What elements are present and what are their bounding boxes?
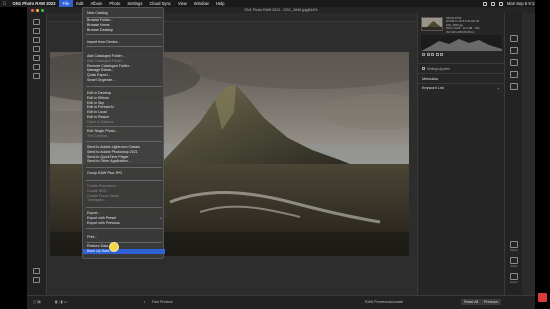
dock-strip — [535, 0, 550, 309]
view-mode-icon[interactable]: ▢ ▤ — [33, 300, 41, 304]
menu-album[interactable]: Album — [87, 0, 106, 7]
share-label: Share — [510, 265, 518, 268]
menu-item-import-device[interactable]: Import from Device... — [83, 40, 165, 45]
menu-item-smart-organize[interactable]: Smart Organize... — [83, 78, 165, 83]
menu-separator — [86, 242, 162, 243]
menu-separator — [86, 228, 162, 229]
menu-separator — [86, 141, 162, 142]
brush-tool-icon[interactable] — [33, 28, 40, 34]
resize-module-icon[interactable] — [510, 241, 518, 248]
file-menu-dropdown: New Catalog Browse Folder... Browse Home… — [82, 7, 165, 259]
info-exposure: ISO 100 1/250 f/8 28mm — [446, 30, 475, 34]
menu-separator — [86, 180, 162, 181]
menu-view[interactable]: View — [174, 0, 190, 7]
screen-record-icon[interactable] — [538, 293, 547, 302]
menu-file[interactable]: File — [59, 0, 73, 7]
add-keyword-icon[interactable]: + — [497, 86, 499, 91]
star-icon[interactable] — [435, 53, 439, 56]
mac-menubar:  ON1 Photo RAW 2022 File Edit Album Pho… — [0, 0, 550, 7]
left-tool-strip — [27, 13, 47, 309]
menu-item-back-up-data[interactable]: Back Up Data... — [83, 249, 165, 254]
portrait-module-icon[interactable] — [510, 71, 518, 78]
menu-item-new-catalog[interactable]: New Catalog — [83, 11, 165, 16]
menu-help[interactable]: Help — [212, 0, 228, 7]
develop-module-icon[interactable] — [510, 47, 518, 54]
masking-tool-icon[interactable] — [33, 37, 40, 43]
close-window-icon[interactable] — [31, 8, 34, 12]
right-info-panel: NIKON D750 28-300mm f/3.5-5.6G ED VR DSC… — [417, 13, 505, 295]
mouse-cursor-icon — [109, 242, 119, 252]
bottom-bar: ▢ ▤ ◧ ◨ ▭ ◐ Fast Preview RAW Previews Ac… — [27, 295, 535, 309]
menu-separator — [86, 16, 162, 17]
hand-tool-icon[interactable] — [33, 277, 40, 283]
keyword-list-heading[interactable]: Keyword List — [422, 86, 444, 90]
star-rating[interactable] — [422, 53, 443, 56]
text-tool-icon[interactable] — [33, 64, 40, 70]
menu-app-name[interactable]: ON1 Photo RAW 2022 — [9, 0, 59, 7]
menu-photo[interactable]: Photo — [106, 0, 124, 7]
menu-separator — [86, 34, 162, 35]
menu-item-print[interactable]: Print... — [83, 235, 165, 240]
menu-separator — [86, 126, 162, 127]
menu-item-the-camera: The Camera — [87, 133, 107, 138]
compare-icon[interactable]: ◧ ◨ ▭ — [55, 300, 67, 304]
raw-previews-select[interactable]: Accurate — [389, 300, 403, 304]
menu-item-export-with-previous[interactable]: Export with Previous — [83, 221, 165, 226]
raw-previews-label: RAW Previews — [365, 300, 389, 304]
menu-cloud-sync[interactable]: Cloud Sync — [146, 0, 174, 7]
share-module-icon[interactable] — [510, 257, 518, 264]
settings-applied-checkbox[interactable] — [422, 67, 425, 70]
module-selector: Resize Share Export — [504, 13, 522, 295]
resize-label: Resize — [510, 249, 518, 252]
minimize-window-icon[interactable] — [36, 8, 39, 12]
histogram — [421, 35, 502, 51]
local-module-icon[interactable] — [510, 83, 518, 90]
menu-edit[interactable]: Edit — [73, 0, 87, 7]
retouch-tool-icon[interactable] — [33, 46, 40, 52]
effects-module-icon[interactable] — [510, 59, 518, 66]
divider — [418, 73, 505, 74]
menu-item-browse-desktop[interactable]: Browse Desktop — [83, 28, 165, 33]
menu-item-export-with-preset-label: Export with Preset — [87, 215, 117, 220]
settings-applied-label: Settings Applied — [427, 66, 450, 71]
menu-separator — [86, 167, 162, 168]
navigator-thumbnail[interactable] — [421, 17, 443, 31]
battery-icon[interactable] — [490, 1, 495, 6]
menu-window[interactable]: Window — [190, 0, 212, 7]
browse-module-icon[interactable] — [510, 35, 518, 42]
wifi-icon[interactable] — [482, 1, 487, 6]
reset-all-button[interactable]: Reset All — [461, 299, 482, 305]
star-icon[interactable] — [440, 53, 443, 56]
fast-preview-toggle-icon[interactable]: ◐ — [144, 300, 146, 304]
menu-item-restore-data[interactable]: Restore Data... — [83, 244, 165, 249]
clone-tool-icon[interactable] — [33, 55, 40, 61]
export-label: Export — [510, 281, 518, 284]
star-icon[interactable] — [431, 53, 434, 56]
menu-item-group-raw-jpg[interactable]: Group RAW Plus JPG — [83, 171, 165, 176]
search-icon[interactable] — [498, 1, 503, 6]
metadata-heading[interactable]: Metadata — [422, 77, 438, 81]
menu-item-timelapse: Timelapse... — [87, 198, 107, 203]
menu-item-send-to-other[interactable]: Send to Other Application... — [83, 159, 165, 164]
zoom-window-icon[interactable] — [41, 8, 44, 12]
apple-icon[interactable]:  — [0, 1, 9, 7]
previous-button[interactable]: Previous — [481, 299, 501, 305]
menu-separator — [86, 207, 162, 208]
star-icon[interactable] — [426, 53, 430, 56]
menu-separator — [86, 86, 162, 87]
crop-tool-icon[interactable] — [33, 19, 40, 25]
divider — [418, 83, 505, 84]
red-eye-tool-icon[interactable] — [33, 73, 40, 79]
file-info: NIKON D750 28-300mm f/3.5-5.6G ED VR DSC… — [446, 17, 480, 34]
menu-item-open-in-camera: Open in Camera — [87, 119, 114, 124]
export-module-icon[interactable] — [510, 273, 518, 280]
zoom-tool-icon[interactable] — [33, 268, 40, 274]
fast-preview-label: Fast Preview — [152, 300, 173, 304]
star-icon[interactable] — [422, 53, 425, 56]
divider — [418, 63, 505, 64]
menu-separator — [86, 46, 162, 47]
menu-settings[interactable]: Settings — [124, 0, 146, 7]
window-controls — [31, 8, 44, 12]
